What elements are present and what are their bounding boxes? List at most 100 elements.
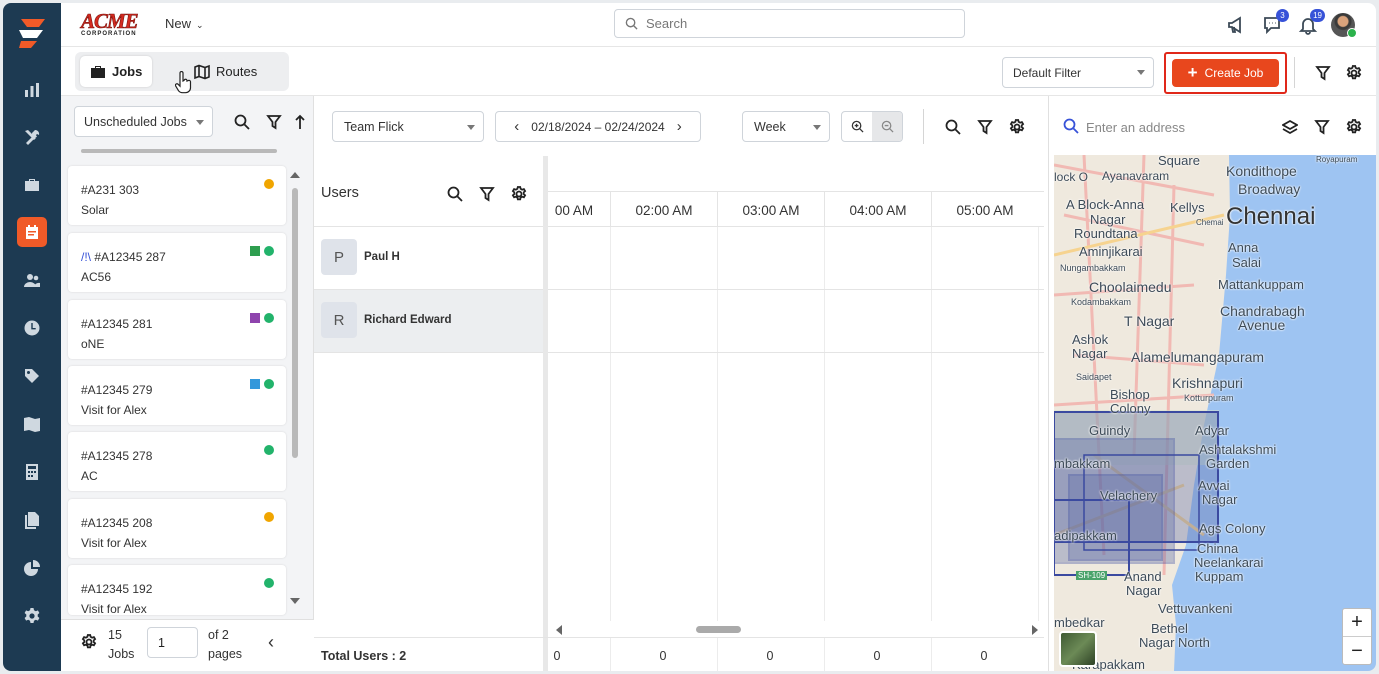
horizontal-scrollbar[interactable] <box>71 147 301 155</box>
filter-icon[interactable] <box>1314 119 1330 135</box>
page-total: of 2 pages <box>208 628 243 661</box>
tag-icon[interactable] <box>17 361 47 391</box>
zoom-out-icon[interactable] <box>872 112 902 141</box>
settings-icon[interactable] <box>81 634 97 650</box>
job-card[interactable]: #A12345 279 Visit for Alex <box>68 366 286 425</box>
job-card[interactable]: #A12345 281 oNE <box>68 300 286 359</box>
pie-chart-icon[interactable] <box>17 553 47 583</box>
briefcase-icon <box>91 65 105 78</box>
settings-icon[interactable] <box>1346 65 1362 81</box>
totals-row: Total Users : 2 0 0 0 0 0 <box>314 637 1044 671</box>
filter-icon[interactable] <box>977 119 993 135</box>
sort-arrow-icon[interactable] <box>295 114 305 130</box>
notification-badge: 19 <box>1310 9 1325 22</box>
toolbar-row: Jobs Routes Default Filter + Create Job <box>61 47 1376 96</box>
time-column-header: 05:00 AM <box>931 192 1038 228</box>
new-menu[interactable]: New ⌄ <box>165 16 204 31</box>
user-row[interactable]: P Paul H <box>314 227 543 290</box>
search-icon[interactable] <box>945 119 961 135</box>
layers-icon[interactable] <box>1281 119 1299 135</box>
create-job-button[interactable]: + Create Job <box>1172 59 1279 87</box>
time-column-header: 04:00 AM <box>824 192 931 228</box>
settings-gear-icon[interactable] <box>17 601 47 631</box>
map-zoom-in-button[interactable]: + <box>1343 609 1371 637</box>
reports-icon[interactable] <box>17 75 47 105</box>
clock-icon[interactable] <box>17 313 47 343</box>
filter-icon[interactable] <box>479 186 495 202</box>
status-markers <box>250 313 274 323</box>
search-icon <box>625 17 638 30</box>
brand-logo[interactable]: ACME CORPORATION <box>81 10 147 38</box>
user-avatar[interactable] <box>1331 13 1357 38</box>
time-header: 00 AM 02:00 AM 03:00 AM 04:00 AM 05:00 A… <box>548 191 1044 228</box>
job-card[interactable]: /!\ #A12345 287 AC56 <box>68 233 286 292</box>
user-initial-avatar: R <box>321 302 357 338</box>
job-card[interactable]: #A12345 278 AC <box>68 432 286 491</box>
documents-icon[interactable] <box>17 505 47 535</box>
address-search[interactable]: Enter an address <box>1049 96 1376 155</box>
job-card[interactable]: #A12345 192 Visit for Alex <box>68 565 286 616</box>
tab-routes[interactable]: Routes <box>184 56 267 87</box>
megaphone-icon[interactable] <box>1226 15 1246 35</box>
time-column-header: 02:00 AM <box>610 192 717 228</box>
side-nav <box>3 3 61 671</box>
job-filter-select[interactable]: Unscheduled Jobs <box>74 106 213 137</box>
filter-icon[interactable] <box>266 114 282 130</box>
status-markers <box>264 445 274 455</box>
jobs-briefcase-icon[interactable] <box>17 170 47 200</box>
next-week-icon[interactable]: › <box>677 118 682 135</box>
timeline-scrollbar[interactable] <box>556 623 1038 635</box>
map-zoom-controls: + − <box>1342 608 1372 665</box>
divider <box>1294 57 1295 88</box>
time-column-header: 03:00 AM <box>717 192 824 228</box>
prev-page-icon[interactable]: ‹ <box>268 632 274 653</box>
divider <box>923 109 924 144</box>
job-card[interactable]: #A12345 208 Visit for Alex <box>68 499 286 558</box>
app-logo[interactable] <box>17 17 47 49</box>
search-icon[interactable] <box>234 114 250 130</box>
job-card[interactable]: #A231 303 Solar <box>68 166 286 225</box>
map-icon <box>194 64 210 79</box>
jobs-count: 15 Jobs <box>108 628 135 661</box>
bell-icon[interactable]: 19 <box>1298 9 1325 35</box>
view-select[interactable]: Week <box>742 111 830 142</box>
prev-week-icon[interactable]: ‹ <box>514 118 519 135</box>
dropdown-arrow-icon <box>196 120 204 125</box>
tools-icon[interactable] <box>17 122 47 152</box>
users-icon[interactable] <box>17 265 47 295</box>
jobs-pagination: 15 Jobs 1 of 2 pages ‹ <box>61 619 314 671</box>
zoom-controls <box>841 111 903 142</box>
chat-icon[interactable]: 3 <box>1262 9 1289 35</box>
chat-badge: 3 <box>1276 9 1289 22</box>
settings-icon[interactable] <box>1009 119 1025 135</box>
time-column-header: 00 AM <box>554 202 594 218</box>
team-select[interactable]: Team Flick <box>332 111 484 142</box>
map-icon[interactable] <box>17 409 47 439</box>
status-markers <box>264 179 274 189</box>
tab-jobs[interactable]: Jobs <box>80 56 153 87</box>
filter-icon[interactable] <box>1315 65 1331 81</box>
timeline-grid: 00 AM 02:00 AM 03:00 AM 04:00 AM 05:00 A… <box>548 156 1044 671</box>
zoom-in-icon[interactable] <box>842 112 872 141</box>
status-markers <box>264 578 274 588</box>
settings-icon[interactable] <box>1346 119 1362 135</box>
top-bar: ACME CORPORATION New ⌄ Search 3 19 <box>61 3 1376 47</box>
map-panel: Enter an address Square Kondithope lock … <box>1048 96 1376 671</box>
warning-icon: /!\ <box>81 250 92 264</box>
status-markers <box>250 246 274 256</box>
user-row[interactable]: R Richard Edward <box>314 290 543 353</box>
default-filter-select[interactable]: Default Filter <box>1002 57 1154 88</box>
map-zoom-out-button[interactable]: − <box>1343 637 1371 665</box>
vertical-scrollbar[interactable] <box>289 166 301 604</box>
page-number-input[interactable]: 1 <box>147 627 198 658</box>
search-input[interactable]: Search <box>614 9 965 38</box>
search-icon[interactable] <box>447 186 463 202</box>
map-view[interactable]: Square Kondithope lock O Ayanavaram Broa… <box>1054 155 1376 671</box>
calculator-icon[interactable] <box>17 457 47 487</box>
scheduler: Team Flick ‹ 02/18/2024 – 02/24/2024 › W… <box>314 96 1048 671</box>
dropdown-arrow-icon <box>813 125 821 130</box>
date-range-picker[interactable]: ‹ 02/18/2024 – 02/24/2024 › <box>495 111 701 142</box>
calendar-icon[interactable] <box>17 217 47 247</box>
satellite-layer-toggle[interactable] <box>1059 631 1097 667</box>
settings-icon[interactable] <box>511 186 527 202</box>
